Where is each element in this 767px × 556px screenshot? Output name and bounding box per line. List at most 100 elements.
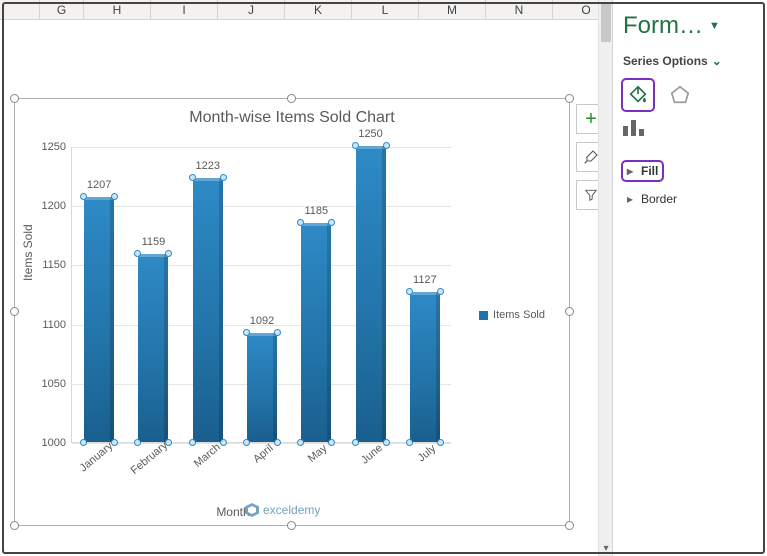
selection-point[interactable] — [352, 142, 359, 149]
data-label: 1159 — [142, 236, 166, 248]
selection-point[interactable] — [220, 174, 227, 181]
chart-title[interactable]: Month-wise Items Sold Chart — [15, 99, 569, 127]
border-label: Border — [641, 192, 677, 206]
col-header-H[interactable]: H — [84, 0, 151, 19]
data-bar[interactable]: 1185 — [301, 223, 331, 442]
y-tick-label: 1200 — [42, 200, 66, 212]
selection-point[interactable] — [328, 219, 335, 226]
selection-point[interactable] — [383, 439, 390, 446]
border-section-header[interactable]: ▸ Border — [623, 190, 757, 208]
selection-point[interactable] — [111, 193, 118, 200]
bar-icon-part — [623, 126, 628, 136]
data-bar[interactable]: 1159 — [138, 254, 168, 442]
x-axis-title[interactable]: Month — [15, 505, 451, 519]
fill-label: Fill — [641, 164, 658, 178]
selection-point[interactable] — [352, 439, 359, 446]
data-bar[interactable]: 1092 — [247, 333, 277, 442]
chevron-down-icon: ⌄ — [712, 54, 722, 68]
expand-icon: ▸ — [627, 192, 637, 206]
col-header-J[interactable]: J — [218, 0, 285, 19]
y-tick-label: 1150 — [42, 259, 66, 271]
selection-point[interactable] — [220, 439, 227, 446]
series-options-header[interactable]: Series Options ⌄ — [623, 54, 757, 68]
selection-point[interactable] — [274, 329, 281, 336]
col-header-L[interactable]: L — [352, 0, 419, 19]
resize-handle[interactable] — [287, 94, 296, 103]
gridline — [72, 147, 451, 148]
selection-point[interactable] — [437, 439, 444, 446]
chart-object[interactable]: Month-wise Items Sold Chart Items Sold 1… — [14, 98, 570, 526]
worksheet-area[interactable]: Month-wise Items Sold Chart Items Sold 1… — [0, 20, 609, 553]
data-label: 1223 — [195, 160, 219, 172]
selection-point[interactable] — [134, 250, 141, 257]
scroll-down-arrow[interactable]: ▾ — [599, 540, 613, 556]
series-options-tab[interactable] — [623, 120, 647, 136]
legend[interactable]: Items Sold — [479, 309, 545, 321]
selection-point[interactable] — [383, 142, 390, 149]
watermark: exceldemy — [245, 503, 320, 517]
expand-icon: ▸ — [627, 164, 637, 178]
y-axis-title[interactable]: Items Sold — [21, 224, 35, 281]
pane-title-text: Form… — [623, 12, 703, 40]
col-header-K[interactable]: K — [285, 0, 352, 19]
paint-bucket-icon — [627, 84, 649, 106]
data-bar[interactable]: 1250 — [356, 146, 386, 442]
series-options-label: Series Options — [623, 54, 708, 68]
plot-grid: 1000105011001150120012501207January1159F… — [71, 147, 451, 443]
selection-point[interactable] — [189, 439, 196, 446]
col-header-M[interactable]: M — [419, 0, 486, 19]
vertical-scrollbar[interactable]: ▴ ▾ — [598, 0, 612, 556]
gridline — [72, 443, 451, 444]
resize-handle[interactable] — [10, 521, 19, 530]
x-tick-label: July — [415, 443, 438, 465]
legend-swatch — [479, 311, 488, 320]
data-label: 1185 — [304, 205, 328, 217]
y-tick-label: 1000 — [42, 437, 66, 449]
selection-point[interactable] — [80, 439, 87, 446]
watermark-text: exceldemy — [263, 503, 320, 517]
data-label: 1092 — [250, 315, 274, 327]
col-header-I[interactable]: I — [151, 0, 218, 19]
selection-point[interactable] — [437, 288, 444, 295]
selection-point[interactable] — [297, 439, 304, 446]
selection-point[interactable] — [406, 439, 413, 446]
resize-handle[interactable] — [287, 521, 296, 530]
selection-point[interactable] — [328, 439, 335, 446]
y-tick-label: 1100 — [42, 319, 66, 331]
resize-handle[interactable] — [565, 307, 574, 316]
bar-icon-part — [639, 129, 644, 136]
format-pane: Form… ▼ Series Options ⌄ ▸ Fill ▸ Border — [612, 0, 767, 556]
pane-dropdown-icon[interactable]: ▼ — [709, 20, 720, 32]
selection-point[interactable] — [243, 329, 250, 336]
data-bar[interactable]: 1223 — [193, 178, 223, 442]
scroll-thumb[interactable] — [601, 2, 611, 42]
y-tick-label: 1250 — [42, 141, 66, 153]
brush-icon — [583, 149, 599, 165]
fill-line-tab[interactable] — [623, 80, 653, 110]
pentagon-icon — [669, 84, 691, 106]
data-label: 1207 — [87, 179, 111, 191]
plot-area[interactable]: 1000105011001150120012501207January1159F… — [71, 147, 451, 443]
resize-handle[interactable] — [565, 94, 574, 103]
resize-handle[interactable] — [10, 307, 19, 316]
effects-tab[interactable] — [665, 80, 695, 110]
resize-handle[interactable] — [10, 94, 19, 103]
selection-point[interactable] — [274, 439, 281, 446]
selection-point[interactable] — [134, 439, 141, 446]
selection-point[interactable] — [243, 439, 250, 446]
selection-point[interactable] — [80, 193, 87, 200]
gridline — [72, 206, 451, 207]
resize-handle[interactable] — [565, 521, 574, 530]
selection-point[interactable] — [297, 219, 304, 226]
bar-icon-part — [631, 120, 636, 136]
selection-point[interactable] — [406, 288, 413, 295]
col-header-N[interactable]: N — [486, 0, 553, 19]
selection-point[interactable] — [189, 174, 196, 181]
gridline — [72, 265, 451, 266]
data-bar[interactable]: 1127 — [410, 292, 440, 442]
funnel-icon — [584, 188, 598, 202]
selection-point[interactable] — [165, 250, 172, 257]
fill-section-header[interactable]: ▸ Fill — [623, 162, 662, 180]
data-bar[interactable]: 1207 — [84, 197, 114, 442]
col-header-G[interactable]: G — [40, 0, 84, 19]
